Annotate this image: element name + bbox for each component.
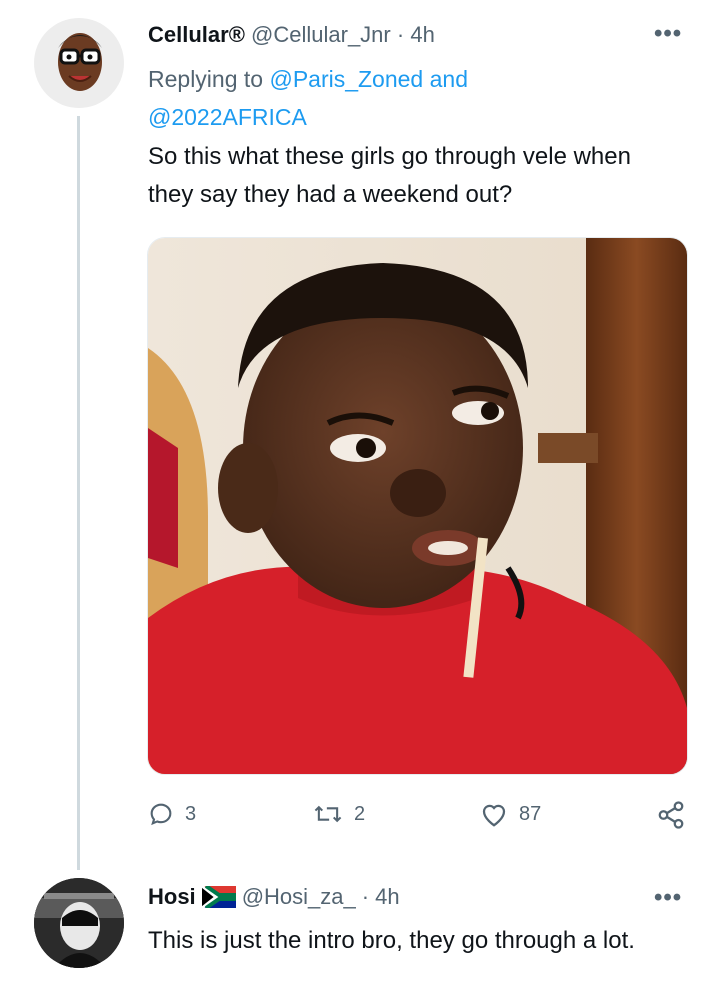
- reply-timestamp[interactable]: 4h: [375, 884, 399, 910]
- retweet-count: 2: [354, 802, 366, 825]
- like-count: 87: [519, 802, 542, 825]
- reply-text: This is just the intro bro, they go thro…: [148, 927, 635, 954]
- tweet-header: Cellular® @Cellular_Jnr · 4h: [148, 22, 435, 48]
- tweet-actions: 3 2 87: [147, 800, 692, 840]
- like-action[interactable]: 87: [479, 800, 541, 828]
- tweet-text: So this what these girls go through vele…: [148, 143, 631, 208]
- reply-count: 3: [185, 802, 197, 825]
- share-icon: [658, 801, 684, 829]
- heart-icon: [482, 804, 506, 827]
- reply-header: Hosi @Hosi_za_ · 4h: [148, 884, 400, 910]
- more-options-button[interactable]: •••: [654, 20, 682, 48]
- avatar-cellular[interactable]: [34, 18, 124, 108]
- south-africa-flag-icon: [201, 886, 236, 908]
- display-name[interactable]: Cellular®: [148, 22, 245, 47]
- replying-prefix: Replying to: [148, 66, 264, 92]
- thread-line: [77, 116, 80, 870]
- reply-to-link-1[interactable]: @Paris_Zoned: [269, 66, 423, 92]
- reply-handle[interactable]: @Hosi_za_: [242, 884, 356, 910]
- replying-to: Replying to @Paris_Zoned and @2022AFRICA: [148, 60, 668, 136]
- reply-more-options-button[interactable]: •••: [654, 884, 682, 912]
- reply-display-name[interactable]: Hosi: [148, 884, 196, 910]
- reply-separator: ·: [361, 884, 370, 909]
- reply-and: and: [429, 66, 468, 92]
- avatar-hosi[interactable]: [34, 878, 124, 968]
- reply-to-link-2[interactable]: @2022AFRICA: [148, 104, 307, 130]
- share-action[interactable]: [655, 800, 687, 830]
- meme-photo-icon: [148, 238, 687, 774]
- reply-action[interactable]: 3: [147, 800, 196, 828]
- timestamp[interactable]: 4h: [410, 22, 434, 47]
- retweet-icon: [314, 805, 342, 823]
- reply-icon: [150, 803, 172, 826]
- separator: ·: [396, 22, 405, 47]
- tweet-media-photo[interactable]: [147, 237, 688, 775]
- handle[interactable]: @Cellular_Jnr: [251, 22, 391, 47]
- cartoon-avatar-icon: [34, 18, 124, 108]
- person-avatar-icon: [34, 878, 124, 968]
- retweet-action[interactable]: 2: [312, 800, 365, 828]
